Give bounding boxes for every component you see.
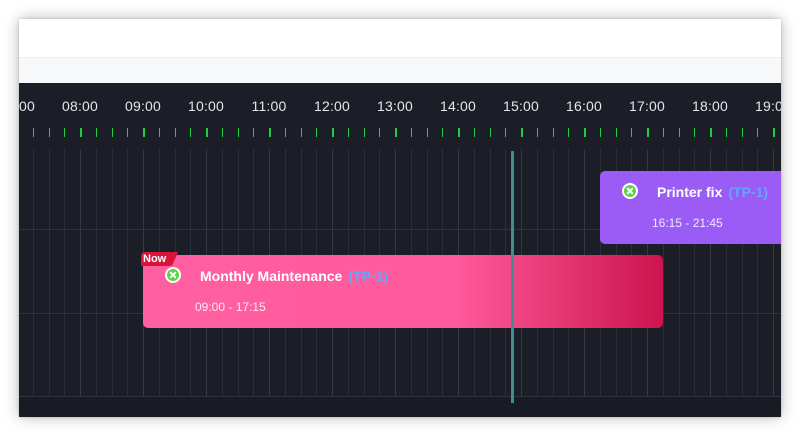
time-tick xyxy=(537,128,538,137)
hour-label: 10:00 xyxy=(187,98,225,114)
time-tick xyxy=(742,128,743,137)
time-tick xyxy=(269,128,271,137)
time-tick xyxy=(49,128,50,137)
sub-toolbar xyxy=(19,57,781,84)
event-printer-fix[interactable]: Printer fix (TP-1) 16:15 - 21:45 xyxy=(600,171,781,244)
time-tick xyxy=(64,128,65,137)
time-tick xyxy=(175,128,176,137)
time-tick xyxy=(379,128,380,137)
time-tick xyxy=(458,128,460,137)
timeline-view[interactable]: 07:00 08:00 09:00 10:00 11:00 12:00 13:00 14:00… xyxy=(19,83,781,417)
time-tick xyxy=(253,128,254,137)
time-tick xyxy=(190,128,191,137)
time-tick xyxy=(80,128,82,137)
time-tick xyxy=(112,128,113,137)
hour-label: 17:00 xyxy=(628,98,666,114)
grid-line xyxy=(80,149,81,397)
time-tick xyxy=(285,128,286,137)
time-tick xyxy=(33,128,34,137)
time-tick xyxy=(159,128,160,137)
time-tick xyxy=(301,128,302,137)
time-tick xyxy=(726,128,727,137)
hour-label: 07:00 xyxy=(19,98,36,114)
time-tick xyxy=(757,128,758,137)
close-circle-icon[interactable] xyxy=(622,183,638,199)
time-tick xyxy=(521,128,523,137)
time-tick xyxy=(332,128,334,137)
time-tick xyxy=(238,128,239,137)
now-indicator-line xyxy=(511,151,514,403)
event-title: Monthly Maintenance (TP-1) xyxy=(200,268,389,284)
horizontal-scrollbar-track[interactable] xyxy=(19,396,781,417)
grid-line xyxy=(127,149,128,397)
time-tick xyxy=(96,128,97,137)
time-tick xyxy=(505,128,506,137)
time-tick xyxy=(348,128,349,137)
time-tick xyxy=(474,128,475,137)
grid-line xyxy=(33,149,34,397)
time-tick xyxy=(600,128,601,137)
hour-label: 08:00 xyxy=(61,98,99,114)
grid-line xyxy=(49,149,50,397)
time-tick xyxy=(773,128,775,137)
time-tick xyxy=(647,128,649,137)
hour-label: 09:00 xyxy=(124,98,162,114)
hour-label: 16:00 xyxy=(565,98,603,114)
time-tick xyxy=(490,128,491,137)
time-tick xyxy=(710,128,712,137)
event-time-range: 09:00 - 17:15 xyxy=(195,300,266,314)
time-tick xyxy=(584,128,586,137)
hour-label: 18:00 xyxy=(691,98,729,114)
time-tick xyxy=(411,128,412,137)
now-badge: Now xyxy=(141,252,179,266)
grid-line xyxy=(96,149,97,397)
hour-label: 11:00 xyxy=(251,98,287,114)
time-tick xyxy=(364,128,365,137)
hour-label: 14:00 xyxy=(439,98,477,114)
time-tick xyxy=(631,128,632,137)
event-code: (TP-1) xyxy=(348,268,389,284)
time-tick xyxy=(427,128,428,137)
event-monthly-maintenance[interactable]: Now Monthly Maintenance (TP-1) 09:00 - 17… xyxy=(141,252,663,328)
grid-line xyxy=(64,149,65,397)
event-time-range: 16:15 - 21:45 xyxy=(652,216,723,230)
hour-label: 13:00 xyxy=(376,98,414,114)
grid-line xyxy=(112,149,113,397)
time-tick xyxy=(616,128,617,137)
time-tick xyxy=(553,128,554,137)
time-tick xyxy=(395,128,397,137)
time-tick xyxy=(127,128,128,137)
hour-label: 19:00 xyxy=(754,98,781,114)
app-window: 07:00 08:00 09:00 10:00 11:00 12:00 13:00 14:00… xyxy=(19,19,781,417)
time-tick xyxy=(316,128,317,137)
time-tick xyxy=(568,128,569,137)
time-tick xyxy=(222,128,223,137)
time-tick xyxy=(442,128,443,137)
time-tick xyxy=(679,128,680,137)
hour-label: 12:00 xyxy=(313,98,351,114)
hour-label: 15:00 xyxy=(502,98,540,114)
time-tick xyxy=(694,128,695,137)
event-code: (TP-1) xyxy=(728,184,769,200)
close-circle-icon[interactable] xyxy=(165,267,181,283)
time-tick xyxy=(663,128,664,137)
event-title: Printer fix (TP-1) xyxy=(657,184,769,200)
top-toolbar xyxy=(19,19,781,57)
time-tick xyxy=(143,128,145,137)
time-tick xyxy=(206,128,208,137)
